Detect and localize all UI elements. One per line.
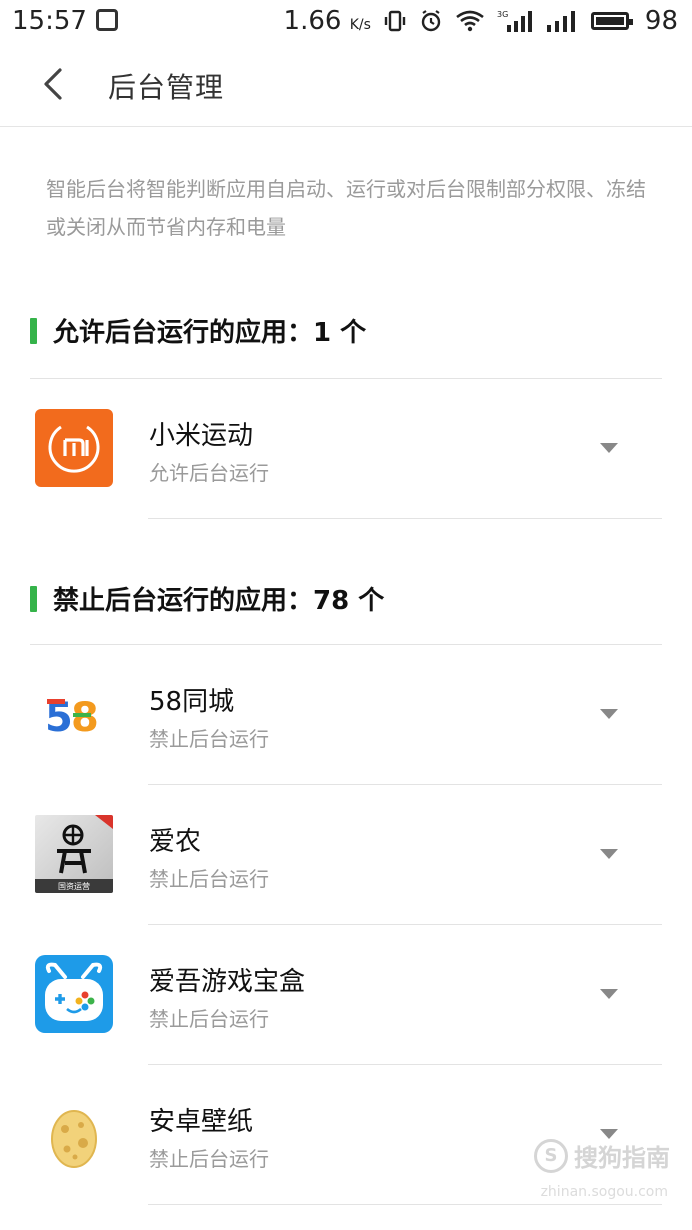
network-type-label: 3G [497,10,508,19]
aiwu-game-box-icon [35,955,113,1033]
back-arrow-icon[interactable] [34,64,74,104]
app-name: 58同城 [149,687,235,717]
app-row-ainong[interactable]: 国资运营 爱农 禁止后台运行 [0,785,692,925]
title-bar: 后台管理 [0,44,692,127]
status-time: 15:57 [12,6,87,36]
divider [148,1204,662,1205]
status-bar: 15:57 1.66 K/s 3G 98 [0,0,692,44]
section-accent-bar [30,585,37,612]
app-name: 安卓壁纸 [149,1107,254,1137]
section-accent-bar [30,317,37,344]
alarm-icon [421,10,441,32]
watermark-url: zhinan.sogou.com [540,1184,668,1200]
ainong-icon: 国资运营 [35,815,113,893]
status-indicators: 1.66 K/s 3G 98 [284,6,678,36]
network-speed: 1.66 K/s [283,6,371,36]
section-title: 允许后台运行的应用：1 个 [53,318,367,348]
divider [148,518,662,519]
section-title: 禁止后台运行的应用：78 个 [53,586,385,616]
page-title: 后台管理 [108,71,225,104]
description-text: 智能后台将智能判断应用自启动、运行或对后台限制部分权限、冻结或关闭从而节省内存和… [46,177,646,239]
app-name: 爱农 [149,827,202,857]
android-wallpaper-egg-icon [35,1095,113,1173]
section-allowed-header: 允许后台运行的应用：1 个 [30,312,366,349]
mi-fit-icon [35,409,113,487]
58-tongcheng-icon: 5 8 [35,675,113,753]
watermark: S 搜狗指南 [534,1138,670,1173]
app-status: 禁止后台运行 [149,1007,269,1031]
app-status: 禁止后台运行 [149,727,269,751]
app-name: 爱吾游戏宝盒 [149,967,306,997]
watermark-text: 搜狗指南 [574,1144,670,1172]
app-row-aiwu-game-box[interactable]: 爱吾游戏宝盒 禁止后台运行 [0,925,692,1065]
dropdown-arrow-icon[interactable] [600,989,618,999]
notification-icon [96,9,118,31]
dropdown-arrow-icon[interactable] [600,443,618,453]
sogou-logo-icon: S [534,1138,568,1173]
battery-icon [590,12,633,30]
app-status: 禁止后台运行 [149,867,269,891]
signal-3g-icon: 3G [497,10,532,32]
dropdown-arrow-icon[interactable] [600,709,618,719]
app-row-mi-fit[interactable]: 小米运动 允许后台运行 [0,379,692,519]
signal-icon [546,11,575,32]
app-name: 小米运动 [149,421,254,451]
svg-text:8: 8 [71,695,99,741]
app-status: 允许后台运行 [149,461,269,485]
ainong-icon-label: 国资运营 [58,881,90,891]
app-row-58-tongcheng[interactable]: 5 8 58同城 禁止后台运行 [0,645,692,785]
app-status: 禁止后台运行 [149,1147,269,1171]
battery-level: 98 [644,6,678,36]
wifi-icon [456,10,484,32]
vibrate-icon [384,10,406,32]
dropdown-arrow-icon[interactable] [600,849,618,859]
section-blocked-header: 禁止后台运行的应用：78 个 [30,580,384,617]
